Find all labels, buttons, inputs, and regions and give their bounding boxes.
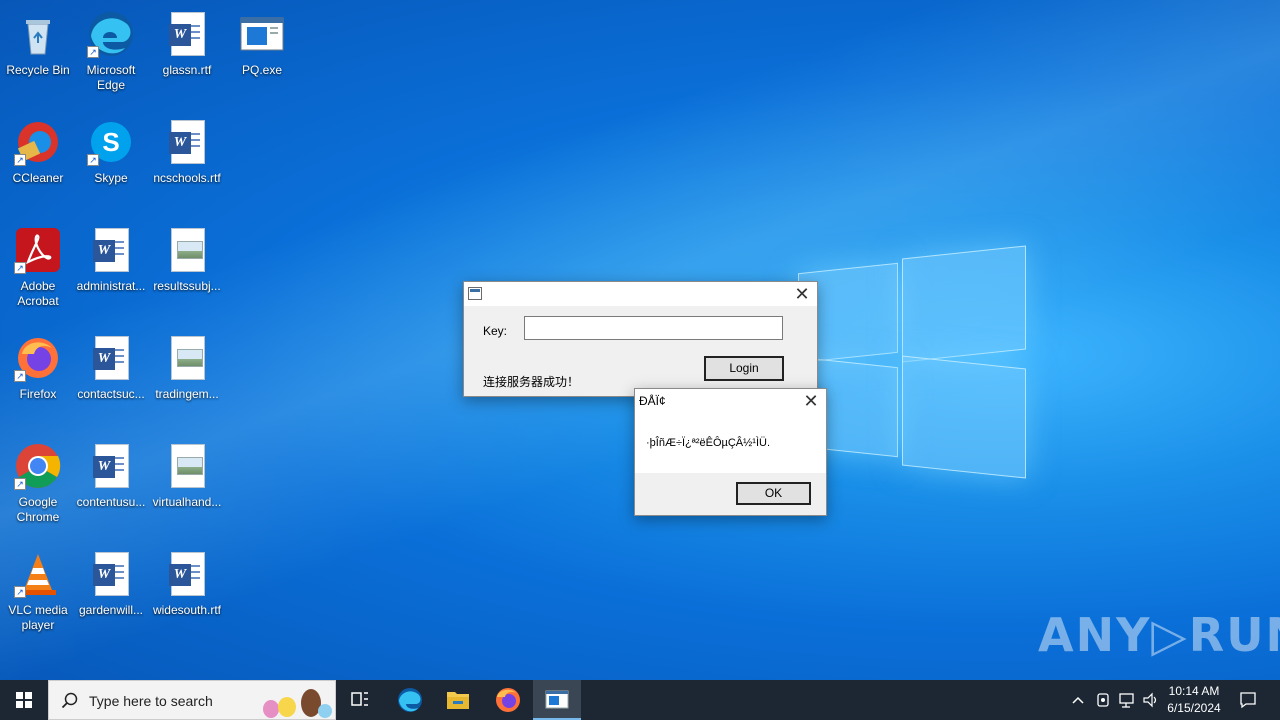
key-label: Key: [483,324,508,338]
desktop-icon-ncschools[interactable]: W ncschools.rtf [149,112,225,186]
message-box-title: ÐÅÏ¢ [639,394,666,408]
device-icon[interactable] [1095,691,1111,709]
desktop-icon-virtualhand[interactable]: virtualhand... [149,436,225,510]
notifications-icon[interactable] [1238,690,1258,710]
desktop-icon-contactsuc[interactable]: W contactsuc... [73,328,149,402]
app-window-icon [468,287,482,300]
desktop-icon-pq-exe[interactable]: PQ.exe [224,4,300,78]
edge-icon: ↗ [87,10,135,58]
shortcut-arrow-icon: ↗ [14,154,26,166]
vlc-cone-icon: ↗ [14,550,62,598]
desktop-icon-firefox[interactable]: ↗ Firefox [0,328,76,402]
chevron-up-icon[interactable] [1070,692,1086,708]
recycle-bin-icon [14,10,62,58]
taskbar-search-box[interactable]: Type here to search [48,680,336,720]
login-window-titlebar[interactable]: ✕ [464,282,817,306]
shortcut-arrow-icon: ↗ [87,46,99,58]
desktop-icon-vlc[interactable]: ↗ VLC media player [0,544,76,633]
start-button[interactable] [0,680,48,720]
desktop-icon-gardenwill[interactable]: W gardenwill... [73,544,149,618]
taskbar: Type here to search 10:14 AM 6/15/2024 [0,680,1280,720]
desktop-icon-recycle-bin[interactable]: Recycle Bin [0,4,76,78]
network-icon[interactable] [1118,691,1136,709]
chrome-icon: ↗ [14,442,62,490]
search-placeholder: Type here to search [89,693,213,709]
clock-date[interactable]: 6/15/2024 [1164,701,1224,715]
desktop-icon-resultssubj[interactable]: resultssubj... [149,220,225,294]
svg-text:S: S [102,127,119,157]
image-file-icon [163,442,211,490]
desktop-icon-administrat[interactable]: W administrat... [73,220,149,294]
ok-button[interactable]: OK [736,482,811,505]
word-document-icon: W [163,118,211,166]
message-box-window: ÐÅÏ¢ ✕ ·þÎñÆ÷Ï¿ª²ëÊÔµÇÂ½¹ÌÜ. OK [634,388,827,516]
word-document-icon: W [87,550,135,598]
volume-icon[interactable] [1142,691,1160,709]
close-icon[interactable]: ✕ [796,389,826,413]
shortcut-arrow-icon: ↗ [14,586,26,598]
clock-time[interactable]: 10:14 AM [1164,684,1224,698]
windows-start-icon [16,692,32,708]
ccleaner-icon: ↗ [14,118,62,166]
desktop-icon-widesouth[interactable]: W widesouth.rtf [149,544,225,618]
message-box-titlebar[interactable]: ÐÅÏ¢ ✕ [635,389,826,413]
shortcut-arrow-icon: ↗ [14,478,26,490]
shortcut-arrow-icon: ↗ [14,370,26,382]
desktop-icon-ccleaner[interactable]: ↗ CCleaner [0,112,76,186]
login-button[interactable]: Login [704,356,784,381]
close-icon[interactable]: ✕ [787,282,817,306]
taskbar-file-explorer[interactable] [434,680,482,720]
key-input[interactable] [524,316,783,340]
word-document-icon: W [163,10,211,58]
easter-decoration-icon [263,689,332,718]
application-window-icon [545,690,569,709]
image-file-icon [163,334,211,382]
anyrun-watermark: ANY▷RUN [1038,608,1280,662]
folder-icon [447,692,469,709]
desktop-icon-contentusu[interactable]: W contentusu... [73,436,149,510]
image-file-icon [163,226,211,274]
word-document-icon: W [87,334,135,382]
login-window: ✕ Key: 连接服务器成功！ Login [463,281,818,397]
search-icon [61,692,78,709]
shortcut-arrow-icon: ↗ [14,262,26,274]
firefox-icon: ↗ [14,334,62,382]
message-text: ·þÎñÆ÷Ï¿ª²ëÊÔµÇÂ½¹ÌÜ. [646,437,771,449]
taskbar-pq-app[interactable] [533,680,581,720]
desktop-icon-tradingem[interactable]: tradingem... [149,328,225,402]
desktop-icon-microsoft-edge[interactable]: ↗ Microsoft Edge [73,4,149,93]
application-window-icon [238,10,286,58]
desktop-icon-adobe-acrobat[interactable]: ↗ Adobe Acrobat [0,220,76,309]
task-view-icon [351,692,368,706]
task-view-button[interactable] [336,680,384,720]
adobe-acrobat-icon: ↗ [14,226,62,274]
desktop-icon-glassn[interactable]: W glassn.rtf [149,4,225,78]
desktop: Recycle Bin ↗ CCleaner ↗ Adobe Acrobat ↗… [0,0,1280,680]
word-document-icon: W [87,226,135,274]
taskbar-firefox[interactable] [484,680,532,720]
connection-status-text: 连接服务器成功！ [483,375,580,389]
taskbar-edge[interactable] [386,680,434,720]
desktop-icon-skype[interactable]: S ↗ Skype [73,112,149,186]
firefox-icon [496,688,520,712]
shortcut-arrow-icon: ↗ [87,154,99,166]
word-document-icon: W [87,442,135,490]
desktop-icon-google-chrome[interactable]: ↗ Google Chrome [0,436,76,525]
edge-icon [398,688,422,712]
skype-icon: S ↗ [87,118,135,166]
word-document-icon: W [163,550,211,598]
